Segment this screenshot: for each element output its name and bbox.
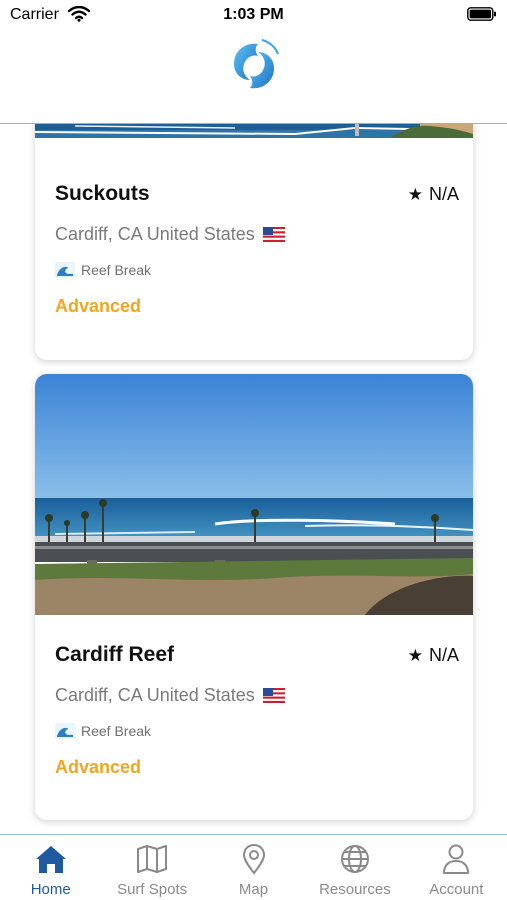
spot-name: Suckouts	[55, 182, 150, 205]
home-icon	[35, 846, 66, 873]
wave-icon	[55, 262, 75, 278]
break-type-label: Reef Break	[81, 723, 152, 739]
status-bar: Carrier 1:03 PM	[0, 0, 507, 30]
tab-label: Surf Spots	[117, 881, 188, 898]
tab-home[interactable]: Home	[0, 835, 101, 900]
map-icon	[137, 845, 168, 873]
skill-level: Advanced	[55, 757, 142, 777]
rating-value: N/A	[428, 184, 459, 204]
person-icon	[443, 844, 470, 874]
tab-account[interactable]: Account	[406, 835, 507, 900]
break-type: Reef Break	[55, 723, 151, 739]
tab-surf-spots[interactable]: Surf Spots	[101, 835, 202, 900]
star-icon: ★	[407, 184, 423, 204]
tab-map[interactable]: Map	[203, 835, 304, 900]
us-flag-icon	[262, 227, 285, 242]
rating-value: N/A	[428, 645, 459, 665]
skill-level: Advanced	[55, 296, 142, 316]
location-text: Cardiff, CA United States	[55, 224, 255, 244]
tab-label: Map	[238, 881, 269, 898]
spot-location: Cardiff, CA United States	[55, 224, 285, 245]
location-text: Cardiff, CA United States	[55, 685, 255, 705]
app-header	[0, 30, 507, 124]
break-type-label: Reef Break	[81, 262, 152, 278]
battery-icon	[467, 7, 496, 21]
tab-label: Home	[30, 881, 71, 898]
wave-icon	[55, 723, 75, 739]
spot-location: Cardiff, CA United States	[55, 685, 285, 706]
tab-bar: Home Surf Spots Map Resources Account	[0, 834, 507, 900]
location-pin-icon	[242, 843, 265, 875]
surf-spot-list[interactable]: Suckouts ★ N/A Cardiff, CA United States	[0, 124, 507, 834]
globe-icon	[340, 845, 369, 873]
tab-label: Account	[429, 881, 484, 898]
spot-photo	[35, 124, 473, 154]
surf-spot-card[interactable]: Suckouts ★ N/A Cardiff, CA United States	[35, 124, 473, 360]
surf-spot-card[interactable]: Cardiff Reef ★ N/A Cardiff, CA United St…	[35, 374, 473, 820]
spot-photo	[35, 374, 473, 615]
tab-resources[interactable]: Resources	[304, 835, 405, 900]
spot-rating: ★ N/A	[408, 645, 459, 666]
clock: 1:03 PM	[223, 6, 284, 23]
tab-label: Resources	[319, 881, 391, 898]
star-icon: ★	[407, 645, 423, 665]
spot-rating: ★ N/A	[408, 184, 459, 205]
us-flag-icon	[262, 688, 285, 703]
break-type: Reef Break	[55, 262, 151, 278]
surf-swirl-logo-icon	[234, 39, 279, 89]
spot-name: Cardiff Reef	[55, 643, 175, 666]
